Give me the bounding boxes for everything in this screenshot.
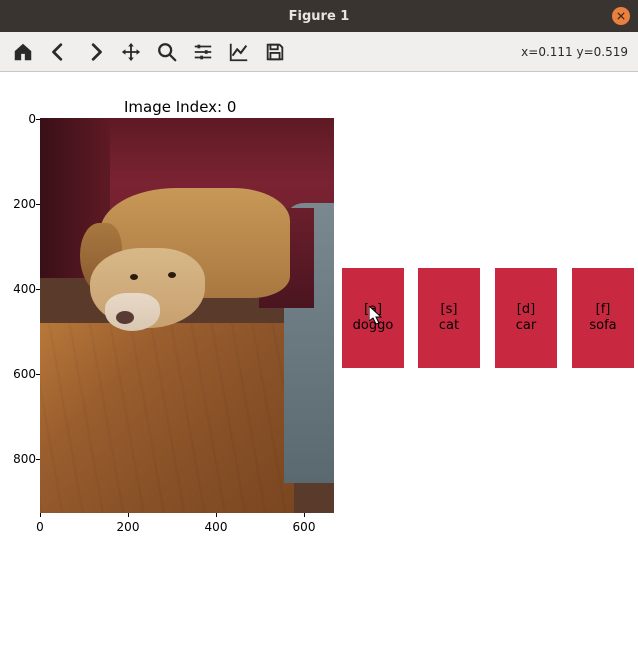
arrow-left-icon xyxy=(48,41,70,63)
label-key: [f] xyxy=(596,302,611,318)
label-text: doggo xyxy=(353,318,394,334)
label-text: sofa xyxy=(589,318,616,334)
x-tick-mark xyxy=(128,513,129,517)
label-text: car xyxy=(516,318,536,334)
label-button-car[interactable]: [d] car xyxy=(495,268,557,368)
move-icon xyxy=(120,41,142,63)
y-tick-label: 200 xyxy=(8,197,36,211)
x-tick-label: 600 xyxy=(293,520,316,534)
x-tick-label: 400 xyxy=(205,520,228,534)
y-tick-mark xyxy=(36,289,40,290)
label-key: [d] xyxy=(517,302,535,318)
sliders-icon xyxy=(192,41,214,63)
y-tick-mark xyxy=(36,204,40,205)
empty-area xyxy=(0,557,638,653)
y-tick-label: 800 xyxy=(8,452,36,466)
chart-line-icon xyxy=(228,41,250,63)
arrow-right-icon xyxy=(84,41,106,63)
label-button-doggo[interactable]: [a] doggo xyxy=(342,268,404,368)
plot-canvas[interactable]: Image Index: 0 0 200 400 600 800 0 200 4… xyxy=(0,72,638,557)
home-icon xyxy=(12,41,34,63)
x-tick-mark xyxy=(40,513,41,517)
home-button[interactable] xyxy=(6,36,40,68)
close-button[interactable] xyxy=(612,7,630,25)
save-button[interactable] xyxy=(258,36,292,68)
y-tick-mark xyxy=(36,119,40,120)
y-tick-label: 400 xyxy=(8,282,36,296)
x-tick-mark xyxy=(304,513,305,517)
forward-button[interactable] xyxy=(78,36,112,68)
x-tick-mark xyxy=(216,513,217,517)
label-key: [s] xyxy=(441,302,458,318)
configure-button[interactable] xyxy=(186,36,220,68)
label-button-cat[interactable]: [s] cat xyxy=(418,268,480,368)
x-tick-label: 200 xyxy=(117,520,140,534)
x-tick-label: 0 xyxy=(36,520,44,534)
toolbar: x=0.111 y=0.519 xyxy=(0,32,638,72)
zoom-icon xyxy=(156,41,178,63)
label-text: cat xyxy=(439,318,459,334)
y-tick-label: 600 xyxy=(8,367,36,381)
edit-button[interactable] xyxy=(222,36,256,68)
displayed-image xyxy=(40,118,334,513)
zoom-button[interactable] xyxy=(150,36,184,68)
close-icon xyxy=(617,12,625,20)
label-key: [a] xyxy=(364,302,382,318)
titlebar: Figure 1 xyxy=(0,0,638,32)
label-button-sofa[interactable]: [f] sofa xyxy=(572,268,634,368)
cursor-coordinates: x=0.111 y=0.519 xyxy=(521,45,628,59)
pan-button[interactable] xyxy=(114,36,148,68)
window-title: Figure 1 xyxy=(289,9,350,24)
y-tick-label: 0 xyxy=(8,112,36,126)
back-button[interactable] xyxy=(42,36,76,68)
y-tick-mark xyxy=(36,459,40,460)
y-tick-mark xyxy=(36,374,40,375)
plot-title: Image Index: 0 xyxy=(124,98,236,116)
save-icon xyxy=(264,41,286,63)
